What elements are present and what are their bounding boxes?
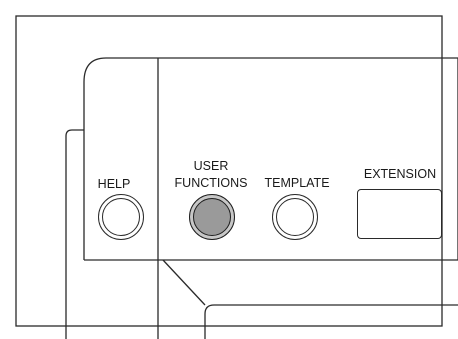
left-bracket (65, 129, 84, 339)
extension-label: EXTENSION (363, 167, 437, 181)
extension-key[interactable] (357, 189, 442, 239)
user-functions-label-line2: FUNCTIONS (174, 176, 248, 190)
panel-top-edge (83, 57, 458, 83)
help-button[interactable] (98, 194, 144, 240)
help-label: HELP (97, 177, 131, 191)
lower-lip (204, 304, 458, 339)
template-button[interactable] (272, 194, 318, 240)
user-functions-button[interactable] (189, 194, 235, 240)
template-label: TEMPLATE (264, 176, 330, 190)
lower-slope (162, 259, 206, 306)
user-functions-label-line1: USER (193, 159, 229, 173)
